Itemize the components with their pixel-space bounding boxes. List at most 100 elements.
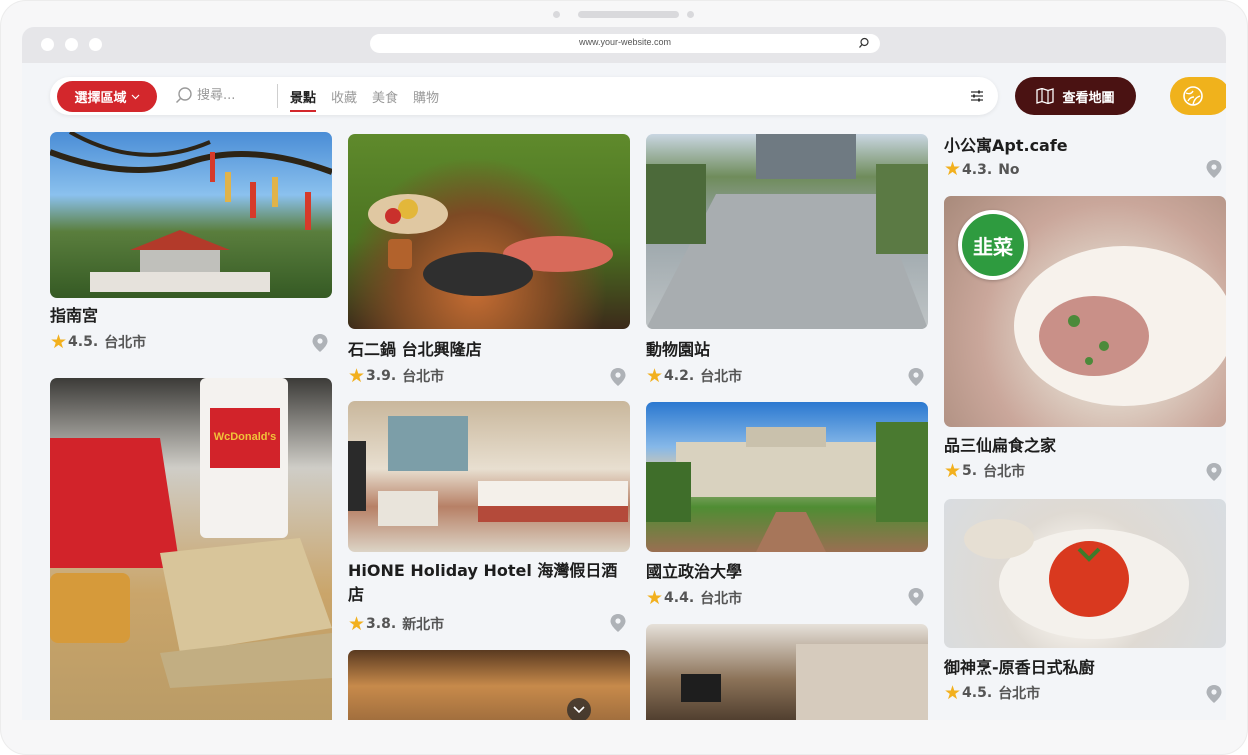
theme-toggle-button[interactable]: [1170, 77, 1226, 115]
place-meta: ★ 4.5 . 台北市: [50, 332, 146, 352]
rating-separator: .: [688, 368, 695, 384]
star-icon: ★: [348, 612, 366, 635]
hotel-room-illustration: [348, 416, 628, 526]
location-pin-icon[interactable]: [1206, 463, 1222, 481]
place-meta: ★ 3.9 . 台北市: [348, 366, 444, 386]
hotel-room-illustration: [681, 644, 928, 720]
place-card[interactable]: [646, 624, 928, 720]
place-card[interactable]: 國立政治大學 ★ 4.4 . 台北市: [646, 402, 928, 617]
tomato-dish-illustration: [964, 519, 1189, 639]
location-pin-icon[interactable]: [312, 334, 328, 352]
location-pin-icon[interactable]: [1206, 160, 1222, 178]
place-rating: 3.9: [366, 368, 391, 384]
place-meta: ★ 4.5 . 台北市: [944, 683, 1040, 703]
place-city: 台北市: [998, 686, 1041, 702]
browser-window: www.your-website.com 選擇區域 搜尋... 景點 收藏 美食…: [22, 27, 1226, 720]
place-photo: [348, 401, 630, 552]
place-card[interactable]: 小公寓Apt.cafe ★ 4.3 . No: [944, 134, 1226, 179]
place-title: 小公寓Apt.cafe: [944, 136, 1068, 155]
place-rating: 5: [962, 463, 972, 479]
location-pin-icon[interactable]: [610, 614, 626, 632]
device-frame: www.your-website.com 選擇區域 搜尋... 景點 收藏 美食…: [0, 0, 1248, 755]
place-city: 新北市: [402, 617, 445, 633]
star-icon: ★: [646, 364, 664, 387]
filter-icon[interactable]: [970, 89, 984, 103]
place-title: 指南宮: [50, 306, 99, 325]
star-icon: ★: [348, 364, 366, 387]
star-icon: ★: [944, 459, 962, 482]
place-card[interactable]: 御神烹-原香日式私廚 ★ 4.5 . 台北市: [944, 499, 1226, 709]
star-icon: ★: [50, 330, 68, 353]
place-photo: [646, 624, 928, 720]
place-photo: WcDonald's: [50, 378, 332, 720]
place-photo: 韭菜: [944, 196, 1226, 427]
place-card[interactable]: 石二鍋 台北興隆店 ★ 3.9 . 台北市: [348, 134, 630, 386]
place-title: 御神烹-原香日式私廚: [944, 658, 1095, 677]
chevron-down-icon: [573, 706, 585, 714]
place-rating: 4.4: [664, 590, 689, 606]
place-title: HiONE Holiday Hotel 海灣假日酒店: [348, 561, 618, 604]
university-illustration: [646, 422, 928, 552]
speaker-bar: [578, 11, 679, 18]
location-pin-icon[interactable]: [610, 368, 626, 386]
rating-separator: .: [986, 161, 993, 178]
tab-shopping[interactable]: 購物: [413, 87, 439, 112]
place-photo: [50, 132, 332, 298]
place-photo: [646, 402, 928, 552]
place-meta: ★ 4.3 . No: [944, 160, 1020, 179]
place-card[interactable]: HiONE Holiday Hotel 海灣假日酒店 ★ 3.8 . 新北市: [348, 401, 630, 641]
place-city: 台北市: [983, 464, 1026, 480]
star-icon: ★: [944, 158, 962, 180]
globe-icon: [1183, 86, 1203, 106]
place-rating: 4.5: [962, 685, 987, 701]
place-city: 台北市: [700, 591, 743, 607]
place-title: 動物園站: [646, 340, 711, 359]
place-photo: [944, 499, 1226, 648]
map-icon: [1036, 88, 1055, 104]
place-rating: 4.2: [664, 368, 689, 384]
temple-illustration: [50, 132, 332, 292]
place-city: No: [998, 161, 1020, 178]
place-city: 台北市: [402, 369, 445, 385]
place-card[interactable]: 動物園站 ★ 4.2 . 台北市: [646, 134, 928, 389]
ingredient-badge: 韭菜: [958, 210, 1028, 280]
place-card[interactable]: WcDonald's: [50, 378, 332, 720]
hotpot-illustration: [368, 194, 613, 296]
place-meta: ★ 4.2 . 台北市: [646, 366, 742, 386]
star-icon: ★: [646, 586, 664, 609]
place-rating: 4.3: [962, 161, 987, 178]
place-title: 品三仙扁食之家: [944, 436, 1057, 455]
address-bar[interactable]: www.your-website.com: [370, 34, 880, 53]
location-pin-icon[interactable]: [908, 588, 924, 606]
url-text: www.your-website.com: [578, 37, 672, 47]
camera-dot: [687, 11, 694, 18]
rating-separator: .: [688, 590, 695, 606]
view-map-button[interactable]: 查看地圖: [1015, 77, 1136, 115]
place-rating: 4.5: [68, 334, 93, 350]
rating-separator: .: [971, 463, 978, 479]
svg-text:WcDonald's: WcDonald's: [214, 431, 277, 443]
star-icon: ★: [944, 681, 962, 704]
place-card[interactable]: 指南宮 ★ 4.5 . 台北市: [50, 27, 332, 370]
tab-food[interactable]: 美食: [372, 87, 398, 112]
camera-dot: [553, 11, 560, 18]
place-city: 台北市: [104, 335, 147, 351]
view-map-label: 查看地圖: [1062, 90, 1115, 106]
rating-separator: .: [986, 685, 993, 701]
tab-favorites[interactable]: 收藏: [331, 87, 357, 112]
scroll-down-button[interactable]: [567, 698, 591, 720]
place-card[interactable]: 韭菜 品三仙扁食之家 ★ 5 . 台北市: [944, 196, 1226, 486]
rating-separator: .: [390, 616, 397, 632]
place-card[interactable]: [348, 650, 630, 720]
rating-separator: .: [92, 334, 99, 350]
fastfood-illustration: WcDonald's: [50, 378, 332, 688]
place-photo: [646, 134, 928, 329]
location-pin-icon[interactable]: [1206, 685, 1222, 703]
location-pin-icon[interactable]: [908, 368, 924, 386]
search-icon[interactable]: [858, 37, 870, 49]
place-rating: 3.8: [366, 616, 391, 632]
place-title: 石二鍋 台北興隆店: [348, 340, 482, 359]
place-meta: ★ 3.8 . 新北市: [348, 614, 444, 634]
place-city: 台北市: [700, 369, 743, 385]
place-meta: ★ 4.4 . 台北市: [646, 588, 742, 608]
